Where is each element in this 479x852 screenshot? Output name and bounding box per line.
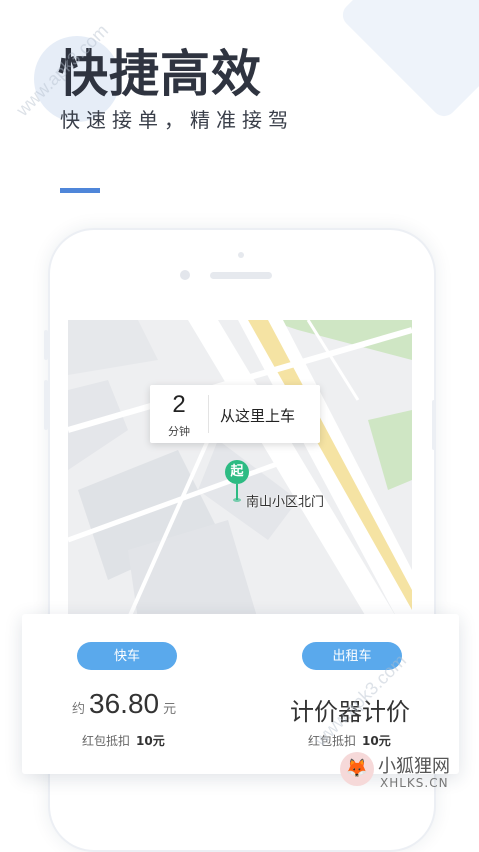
phone-side-button: [44, 380, 48, 430]
express-button[interactable]: 快车: [77, 642, 177, 670]
fare-price: 36.80: [89, 688, 160, 719]
accent-bar: [60, 188, 100, 193]
pickup-info-card[interactable]: 2 分钟 从这里上车: [150, 385, 320, 443]
brand-name: 小狐狸网: [378, 756, 450, 777]
brand-url: XHLKS.CN: [380, 776, 449, 790]
pickup-prompt: 从这里上车: [220, 407, 296, 425]
fare-panel: 快车 出租车 约 36.80 元 红包抵扣 10元 计价器计价 红包抵扣 10元: [22, 614, 459, 774]
page-subtitle: 快速接单，精准接驾: [60, 108, 294, 132]
start-pin-icon[interactable]: 起: [225, 460, 249, 484]
pin-base: [233, 498, 241, 502]
phone-side-button: [44, 330, 48, 360]
express-discount: 红包抵扣 10元: [82, 732, 165, 749]
fox-logo-icon: 🦊: [340, 752, 374, 786]
pickup-eta-unit: 分钟: [168, 425, 190, 438]
discount-label: 红包抵扣: [82, 734, 131, 748]
earpiece: [210, 272, 272, 279]
pickup-eta-value: 2: [172, 391, 186, 418]
divider: [208, 395, 209, 433]
decorative-diamond: [337, 0, 479, 122]
camera-icon: [180, 270, 190, 280]
fare-unit: 元: [163, 702, 177, 717]
sensor-dot: [238, 252, 244, 258]
fare-prefix: 约: [72, 702, 86, 717]
discount-value: 10元: [362, 734, 391, 748]
express-fare: 约 36.80 元: [72, 688, 176, 720]
phone-side-button: [432, 400, 436, 450]
discount-value: 10元: [136, 734, 165, 748]
location-name: 南山小区北门: [246, 495, 325, 510]
